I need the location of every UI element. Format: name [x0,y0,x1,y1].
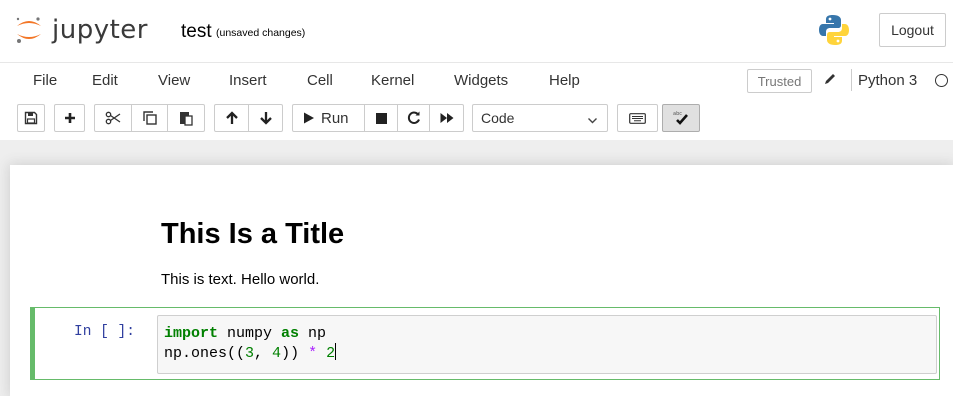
logo-text: jupyter [52,15,148,45]
code-text: )) [281,345,309,362]
kernel-idle-icon [935,74,948,87]
jupyter-logo-icon [14,15,44,45]
save-status: (unsaved changes) [216,27,306,39]
code-line-1: import numpy as np [164,325,930,343]
keyboard-icon [629,112,646,124]
code-number: 4 [272,345,282,362]
save-icon [24,111,38,125]
stop-icon [375,112,387,124]
kernel-separator [851,69,852,91]
run-icon [303,112,315,124]
menu-insert[interactable]: Insert [229,72,267,89]
cut-icon [105,111,121,125]
code-keyword: import [164,325,219,342]
move-down-button[interactable] [248,104,283,132]
markdown-text[interactable]: This is text. Hello world. [161,271,319,288]
menu-kernel[interactable]: Kernel [371,72,414,89]
header: jupyter test (unsaved changes) Logout [0,0,953,62]
code-line-2: np.ones((3, 4)) * 2 [164,343,930,363]
notebook-container: This Is a Title This is text. Hello worl… [10,165,953,396]
code-editor[interactable]: import numpy as np np.ones((3, 4)) * 2 [157,315,937,374]
copy-button[interactable] [131,104,168,132]
menu-widgets[interactable]: Widgets [454,72,508,89]
fast-forward-icon [440,112,454,124]
paste-button[interactable] [167,104,205,132]
menu-file[interactable]: File [33,72,57,89]
menu-help[interactable]: Help [549,72,580,89]
chevron-down-icon [587,113,598,129]
run-label: Run [321,109,349,127]
code-number: 3 [245,345,255,362]
markdown-title[interactable]: This Is a Title [161,218,344,251]
logout-button[interactable]: Logout [879,13,946,47]
toolbar: Run Code abc [0,98,953,140]
arrow-down-icon [259,111,273,125]
pencil-icon[interactable] [823,72,837,91]
code-text: np [299,325,327,342]
menu-cell[interactable]: Cell [307,72,333,89]
run-all-button[interactable] [429,104,464,132]
code-text: np.ones(( [164,345,246,362]
plus-icon [64,112,76,124]
insert-cell-button[interactable] [54,104,85,132]
code-cell[interactable]: In [ ]: import numpy as np np.ones((3, 4)… [30,307,940,380]
menu-bar: File Edit View Insert Cell Kernel Widget… [0,62,953,98]
paste-icon [178,110,194,126]
save-button[interactable] [17,104,45,132]
code-number: 2 [326,345,336,362]
cut-button[interactable] [94,104,132,132]
jupyter-logo[interactable]: jupyter [14,12,148,48]
code-text: numpy [218,325,282,342]
trusted-indicator[interactable]: Trusted [747,69,812,93]
cell-type-value: Code [481,110,515,126]
arrow-up-icon [225,111,239,125]
move-up-button[interactable] [214,104,249,132]
svg-text:abc: abc [673,111,682,117]
text-cursor [335,343,337,360]
restart-icon [407,111,421,125]
command-palette-button[interactable] [617,104,658,132]
kernel-name[interactable]: Python 3 [858,72,917,89]
run-button[interactable]: Run [292,104,365,132]
copy-icon [142,110,158,126]
menu-edit[interactable]: Edit [92,72,118,89]
spellcheck-icon: abc [671,109,691,127]
code-keyword: as [281,325,300,342]
spellcheck-toggle[interactable]: abc [662,104,700,132]
code-operator: * [308,345,318,362]
python-logo-icon [817,13,851,52]
menu-view[interactable]: View [158,72,190,89]
restart-button[interactable] [397,104,430,132]
code-text: , [254,345,273,362]
cell-type-select[interactable]: Code [472,104,608,132]
interrupt-button[interactable] [364,104,398,132]
input-prompt: In [ ]: [74,324,135,340]
notebook-name[interactable]: test [181,21,212,43]
